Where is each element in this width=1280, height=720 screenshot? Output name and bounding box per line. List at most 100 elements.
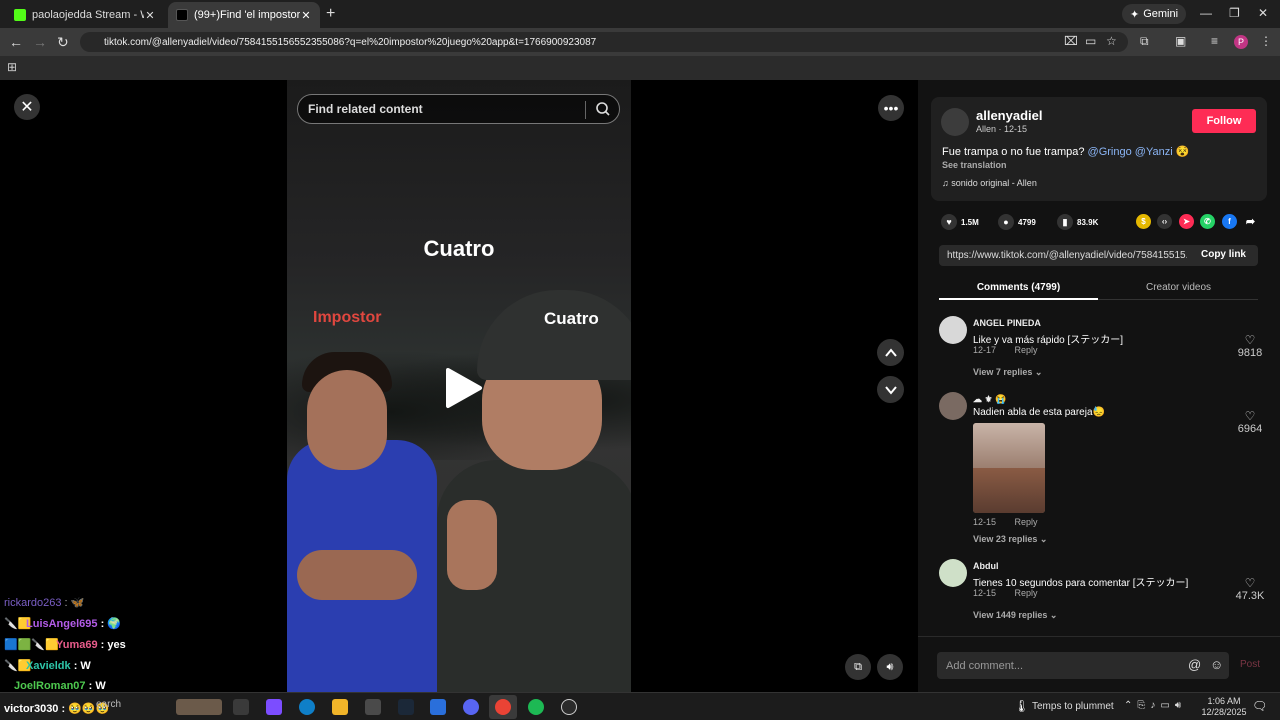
share-arrow-icon[interactable]: ➦	[1243, 214, 1258, 229]
add-comment-input[interactable]: Add comment...	[937, 652, 1229, 679]
clock[interactable]: 1:06 AM 12/28/2025	[1200, 696, 1248, 718]
close-video-button[interactable]: ✕	[14, 94, 40, 120]
close-tab-icon[interactable]: ✕	[144, 9, 156, 22]
commenter-avatar[interactable]	[939, 559, 967, 587]
task-view-icon[interactable]	[233, 699, 249, 715]
coin-icon[interactable]: $	[1136, 214, 1151, 229]
embed-icon[interactable]: ‹›	[1157, 214, 1172, 229]
view-replies-button[interactable]: View 23 replies ⌄	[973, 534, 1047, 545]
edge-icon[interactable]	[299, 699, 315, 715]
translate-icon[interactable]: ⌧	[1064, 34, 1078, 48]
spotify-icon[interactable]	[528, 699, 544, 715]
emoji-picker-icon[interactable]: ☺	[1210, 657, 1223, 672]
mail-icon[interactable]	[430, 699, 446, 715]
video-link-text[interactable]: https://www.tiktok.com/@allenyadiel/vide…	[947, 250, 1187, 261]
send-icon[interactable]: ➤	[1179, 214, 1194, 229]
facebook-icon[interactable]: f	[1222, 214, 1237, 229]
back-icon[interactable]: ←	[9, 34, 23, 50]
browser-tab-kick[interactable]: paolaojedda Stream - Watch Li ✕	[6, 2, 164, 28]
bookmark-star-icon[interactable]: ☆	[1106, 34, 1117, 48]
mention-link[interactable]: @Gringo	[1088, 146, 1132, 158]
minimize-icon[interactable]: —	[1200, 6, 1212, 20]
weather-text[interactable]: Temps to plummet	[1032, 701, 1114, 712]
window-close-icon[interactable]: ✕	[1258, 6, 1268, 20]
comment-meta: 12-15 Reply	[973, 588, 1038, 598]
post-button[interactable]: Post	[1240, 659, 1260, 670]
creator-avatar[interactable]	[941, 108, 969, 136]
description-text: Fue trampa o no fue trampa?	[942, 146, 1085, 158]
play-icon[interactable]	[444, 366, 484, 410]
notification-icon[interactable]: 🗨	[1252, 699, 1267, 713]
comment-sticker-image[interactable]	[973, 423, 1045, 513]
follow-button[interactable]: Follow	[1192, 109, 1256, 133]
reply-button[interactable]: Reply	[1015, 517, 1038, 527]
chevron-down-icon: ⌄	[1034, 367, 1043, 377]
new-tab-button[interactable]: +	[326, 5, 335, 23]
discord-icon[interactable]	[463, 699, 479, 715]
restore-icon[interactable]: ❐	[1229, 6, 1240, 20]
taskbar-search[interactable]: earch	[96, 699, 121, 710]
chat-message: JoelRoman07 : W	[14, 680, 106, 692]
browser-tab-tiktok[interactable]: (99+)Find 'el impostor juego ap ✕	[168, 2, 320, 28]
extensions-icon[interactable]: ⧉	[1140, 34, 1149, 49]
previous-video-button[interactable]	[877, 339, 904, 366]
menu-kebab-icon[interactable]: ⋮	[1260, 34, 1272, 48]
media-icon[interactable]: ≡	[1211, 34, 1218, 48]
reply-button[interactable]: Reply	[1015, 345, 1038, 355]
commenter-name[interactable]: ANGEL PINEDA	[973, 318, 1041, 328]
split-view-icon[interactable]: ▣	[1175, 34, 1186, 48]
forward-icon[interactable]: →	[33, 34, 47, 50]
close-tab-icon[interactable]: ✕	[300, 9, 312, 22]
browser-tab-bar: paolaojedda Stream - Watch Li ✕ (99+)Fin…	[0, 0, 1280, 28]
video-description: Fue trampa o no fue trampa? @Gringo @Yan…	[942, 145, 1189, 158]
reload-icon[interactable]: ↻	[57, 34, 69, 51]
copy-link-button[interactable]: Copy link	[1201, 249, 1246, 260]
commenter-avatar[interactable]	[939, 392, 967, 420]
pip-button[interactable]: ⧉	[845, 654, 871, 680]
view-replies-button[interactable]: View 1449 replies ⌄	[973, 610, 1057, 621]
reply-button[interactable]: Reply	[1015, 588, 1038, 598]
tab-creator-videos[interactable]: Creator videos	[1099, 282, 1258, 293]
comment-like[interactable]: ♡ 9818	[1232, 333, 1268, 359]
view-replies-label: View 7 replies	[973, 367, 1033, 377]
commenter-name-emoji[interactable]: ☁ ⚜ 😭	[973, 394, 1006, 405]
view-replies-button[interactable]: View 7 replies ⌄	[973, 367, 1042, 378]
copilot-icon[interactable]	[266, 699, 282, 715]
url-field[interactable]: tiktok.com/@allenyadiel/video/7584155156…	[80, 32, 1128, 52]
related-search-input[interactable]: Find related content	[297, 94, 620, 124]
like-action[interactable]: ♥ 1.5M	[941, 214, 979, 230]
see-translation-link[interactable]: See translation	[942, 160, 1007, 170]
chat-username: Xavieldk	[26, 660, 71, 672]
file-explorer-icon[interactable]	[332, 699, 348, 715]
chrome-icon[interactable]	[495, 699, 511, 715]
tab-comments[interactable]: Comments (4799)	[939, 282, 1098, 293]
cast-icon[interactable]: ▭	[1085, 34, 1096, 48]
sound-link[interactable]: ♫ sonido original - Allen	[942, 178, 1037, 188]
heart-outline-icon: ♡	[1244, 576, 1256, 590]
search-highlight-icon[interactable]	[176, 699, 222, 715]
mention-at-icon[interactable]: @	[1188, 657, 1201, 672]
store-icon[interactable]	[365, 699, 381, 715]
more-options-button[interactable]: •••	[878, 95, 904, 121]
commenter-name[interactable]: Abdul	[973, 561, 999, 571]
creator-meta: Allen · 12-15	[976, 124, 1028, 134]
profile-avatar[interactable]: P	[1234, 35, 1248, 49]
mention-link[interactable]: @Yanzi	[1135, 146, 1173, 158]
steam-icon[interactable]	[398, 699, 414, 715]
volume-button[interactable]: 🔊︎	[877, 654, 903, 680]
tab-title: paolaojedda Stream - Watch Li	[32, 9, 144, 21]
gemini-button[interactable]: ✦ Gemini	[1122, 4, 1187, 24]
comment-like[interactable]: ♡ 6964	[1232, 409, 1268, 435]
view-replies-label: View 23 replies	[973, 534, 1038, 544]
obs-icon[interactable]	[561, 699, 577, 715]
system-tray-icons[interactable]: ⌃⎘♪▭🔊︎	[1124, 700, 1186, 711]
comment-action[interactable]: ● 4799	[998, 214, 1036, 230]
commenter-avatar[interactable]	[939, 316, 967, 344]
apps-grid-icon[interactable]: ⊞	[7, 60, 17, 74]
save-action[interactable]: ▮ 83.9K	[1057, 214, 1098, 230]
whatsapp-icon[interactable]: ✆	[1200, 214, 1215, 229]
next-video-button[interactable]	[877, 376, 904, 403]
comment-like[interactable]: ♡ 47.3K	[1232, 576, 1268, 602]
search-icon[interactable]	[595, 101, 611, 117]
creator-username[interactable]: allenyadiel	[976, 108, 1042, 123]
